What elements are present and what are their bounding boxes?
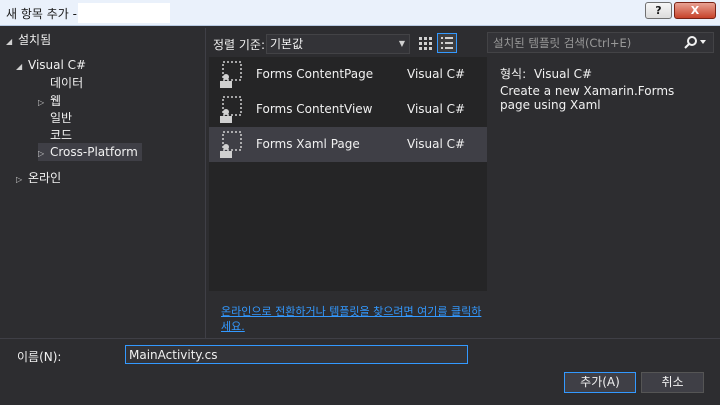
sort-dropdown[interactable]: 기본값 ▼ [266,34,410,54]
list-view-icon [441,37,453,49]
collapsed-arrow-icon: ▷ [16,175,23,184]
expanded-arrow-icon: ◢ [6,37,13,46]
type-label: 형식: [500,67,527,81]
type-value: Visual C# [533,67,593,81]
tree-item-label: 코드 [50,128,73,142]
left-divider [205,28,206,338]
chevron-down-icon: ▼ [398,39,405,48]
help-button[interactable]: ? [645,2,672,19]
close-button[interactable]: X [674,2,716,19]
collapsed-arrow-icon: ▷ [38,98,45,107]
xamarin-forms-page-icon [220,61,242,88]
name-label: 이름(N): [17,350,62,364]
template-description: Create a new Xamarin.Forms page using Xa… [500,84,675,112]
template-item[interactable]: Forms ContentView Visual C# [209,92,487,127]
template-language: Visual C# [407,137,466,151]
tree-item-web[interactable]: ▷ 웹 [38,92,61,110]
template-type: 형식: Visual C# [500,65,592,82]
name-field[interactable] [125,345,468,364]
collapsed-arrow-icon: ▷ [38,149,45,158]
title-project-name [78,3,170,23]
bottom-divider [0,338,720,339]
tree-item-visual-csharp[interactable]: ◢ Visual C# [16,56,86,74]
template-name: Forms ContentView [256,102,373,116]
sort-value: 기본값 [270,37,304,51]
add-button[interactable]: 추가(A) [564,372,636,393]
template-language: Visual C# [407,67,466,81]
tree-item-online[interactable]: ▷ 온라인 [16,169,61,187]
list-view-button[interactable] [437,33,457,53]
sort-label: 정렬 기준: [213,38,266,52]
template-item-selected[interactable]: Forms Xaml Page Visual C# [209,127,487,162]
xamarin-forms-view-icon [220,96,242,123]
window-title: 새 항목 추가 - [6,7,77,21]
tree-item-general[interactable]: 일반 [50,109,72,127]
tree-item-label: 설치됨 [18,33,52,47]
template-item[interactable]: Forms ContentPage Visual C# [209,57,487,92]
xamarin-forms-xaml-page-icon [220,131,242,158]
search-icon[interactable] [684,35,710,50]
template-name: Forms ContentPage [256,67,374,81]
cancel-button[interactable]: 취소 [641,372,704,393]
tree-item-label: 웹 [50,94,62,108]
expanded-arrow-icon: ◢ [16,62,23,71]
tree-item-code[interactable]: 코드 [50,126,72,144]
title-bar: 새 항목 추가 - ? X [0,0,720,26]
tree-item-label: 데이터 [50,76,84,90]
online-templates-link[interactable]: 온라인으로 전환하거나 템플릿을 찾으려면 여기를 클릭하세요. [221,304,483,334]
template-name: Forms Xaml Page [256,137,360,151]
tree-item-label: 온라인 [28,171,62,185]
tree-item-installed[interactable]: ◢ 설치됨 [6,31,51,49]
template-list: Forms ContentPage Visual C# Forms Conten… [209,57,487,291]
search-placeholder: 설치된 템플릿 검색(Ctrl+E) [493,36,632,50]
tree-item-label: Visual C# [28,58,87,72]
grid-view-button[interactable] [415,33,435,53]
template-language: Visual C# [407,102,466,116]
grid-view-icon [419,37,432,50]
tree-item-data[interactable]: 데이터 [50,74,83,92]
tree-item-cross-platform[interactable]: ▷ Cross-Platform [38,143,142,161]
tree-item-label: Cross-Platform [50,145,138,159]
tree-item-label: 일반 [50,111,73,125]
template-search-input[interactable]: 설치된 템플릿 검색(Ctrl+E) [487,32,714,53]
category-tree: ◢ 설치됨 ◢ Visual C# 데이터 ▷ 웹 일반 코드 ▷ Cross-Plat… [6,30,202,334]
